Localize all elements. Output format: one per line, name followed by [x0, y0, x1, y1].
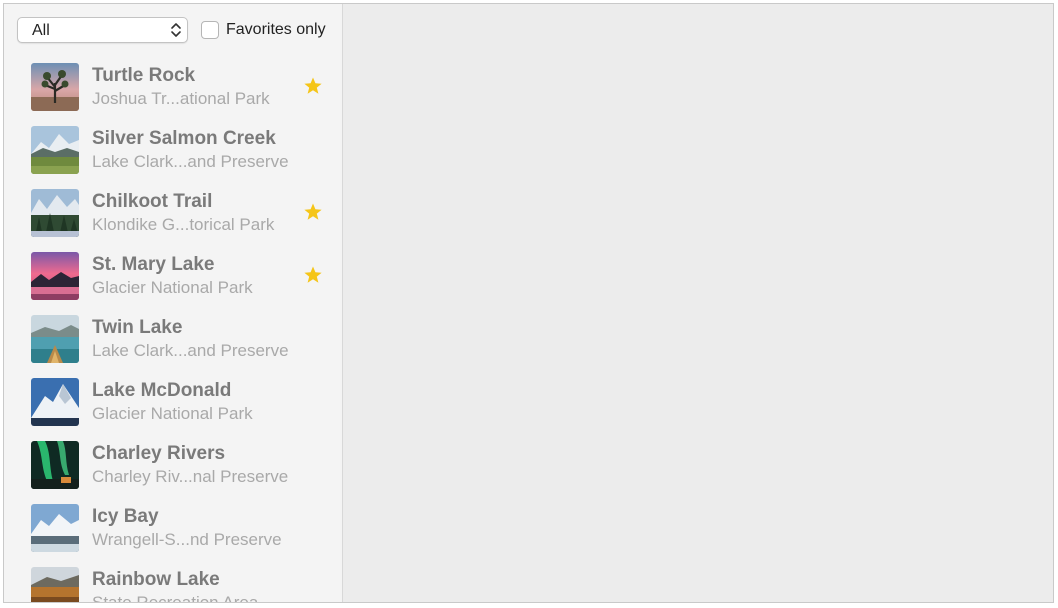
thumbnail-image — [31, 504, 79, 552]
landmark-row[interactable]: Turtle Rock Joshua Tr...ational Park — [4, 63, 342, 126]
thumbnail-image — [31, 63, 79, 111]
thumbnail-image — [31, 441, 79, 489]
thumbnail-image — [31, 567, 79, 602]
park-name: Wrangell-S...nd Preserve — [92, 530, 282, 549]
landmark-name: Chilkoot Trail — [92, 191, 213, 212]
park-name: Klondike G...torical Park — [92, 215, 275, 234]
thumbnail-image — [31, 189, 79, 237]
park-name: Lake Clark...and Preserve — [92, 341, 289, 360]
landmark-name: Rainbow Lake — [92, 569, 220, 590]
favorite-star-icon — [304, 77, 322, 94]
park-name: Joshua Tr...ational Park — [92, 89, 270, 108]
landmark-name: Charley Rivers — [92, 443, 226, 464]
landmark-row[interactable]: Rainbow Lake State Recreation Area — [4, 567, 342, 602]
park-name: State Recreation Area — [92, 593, 258, 602]
thumbnail-image — [31, 315, 79, 363]
park-name: Glacier National Park — [92, 404, 253, 423]
detail-pane — [343, 4, 1053, 602]
favorites-only-checkbox[interactable] — [201, 21, 219, 39]
thumbnail-image — [31, 126, 79, 174]
landmark-name: St. Mary Lake — [92, 254, 215, 275]
favorite-star-icon — [304, 203, 322, 220]
landmark-list: Turtle Rock Joshua Tr...ational Park Sil… — [4, 63, 342, 602]
landmark-row[interactable]: Charley Rivers Charley Riv...nal Preserv… — [4, 441, 342, 504]
park-name: Glacier National Park — [92, 278, 253, 297]
category-select[interactable]: All — [17, 17, 188, 43]
landmark-row[interactable]: Twin Lake Lake Clark...and Preserve — [4, 315, 342, 378]
favorites-only-label: Favorites only — [226, 21, 326, 38]
park-name: Charley Riv...nal Preserve — [92, 467, 289, 486]
landmark-name: Icy Bay — [92, 506, 159, 527]
landmark-row[interactable]: Lake McDonald Glacier National Park — [4, 378, 342, 441]
thumbnail-image — [31, 378, 79, 426]
landmark-row[interactable]: Silver Salmon Creek Lake Clark...and Pre… — [4, 126, 342, 189]
thumbnail-image — [31, 252, 79, 300]
landmark-row[interactable]: St. Mary Lake Glacier National Park — [4, 252, 342, 315]
landmark-name: Turtle Rock — [92, 65, 196, 86]
filter-bar: All Favorites only — [17, 17, 342, 45]
landmark-row[interactable]: Icy Bay Wrangell-S...nd Preserve — [4, 504, 342, 567]
park-name: Lake Clark...and Preserve — [92, 152, 289, 171]
landmark-row[interactable]: Chilkoot Trail Klondike G...torical Park — [4, 189, 342, 252]
landmark-name: Lake McDonald — [92, 380, 232, 401]
up-down-chevron-icon — [171, 23, 181, 37]
sidebar: All Favorites only Turtle Rock Joshua Tr… — [4, 4, 343, 602]
category-select-value: All — [32, 22, 50, 39]
app-window: All Favorites only Turtle Rock Joshua Tr… — [3, 3, 1054, 603]
landmark-name: Twin Lake — [92, 317, 183, 338]
favorite-star-icon — [304, 266, 322, 283]
landmark-name: Silver Salmon Creek — [92, 128, 276, 149]
